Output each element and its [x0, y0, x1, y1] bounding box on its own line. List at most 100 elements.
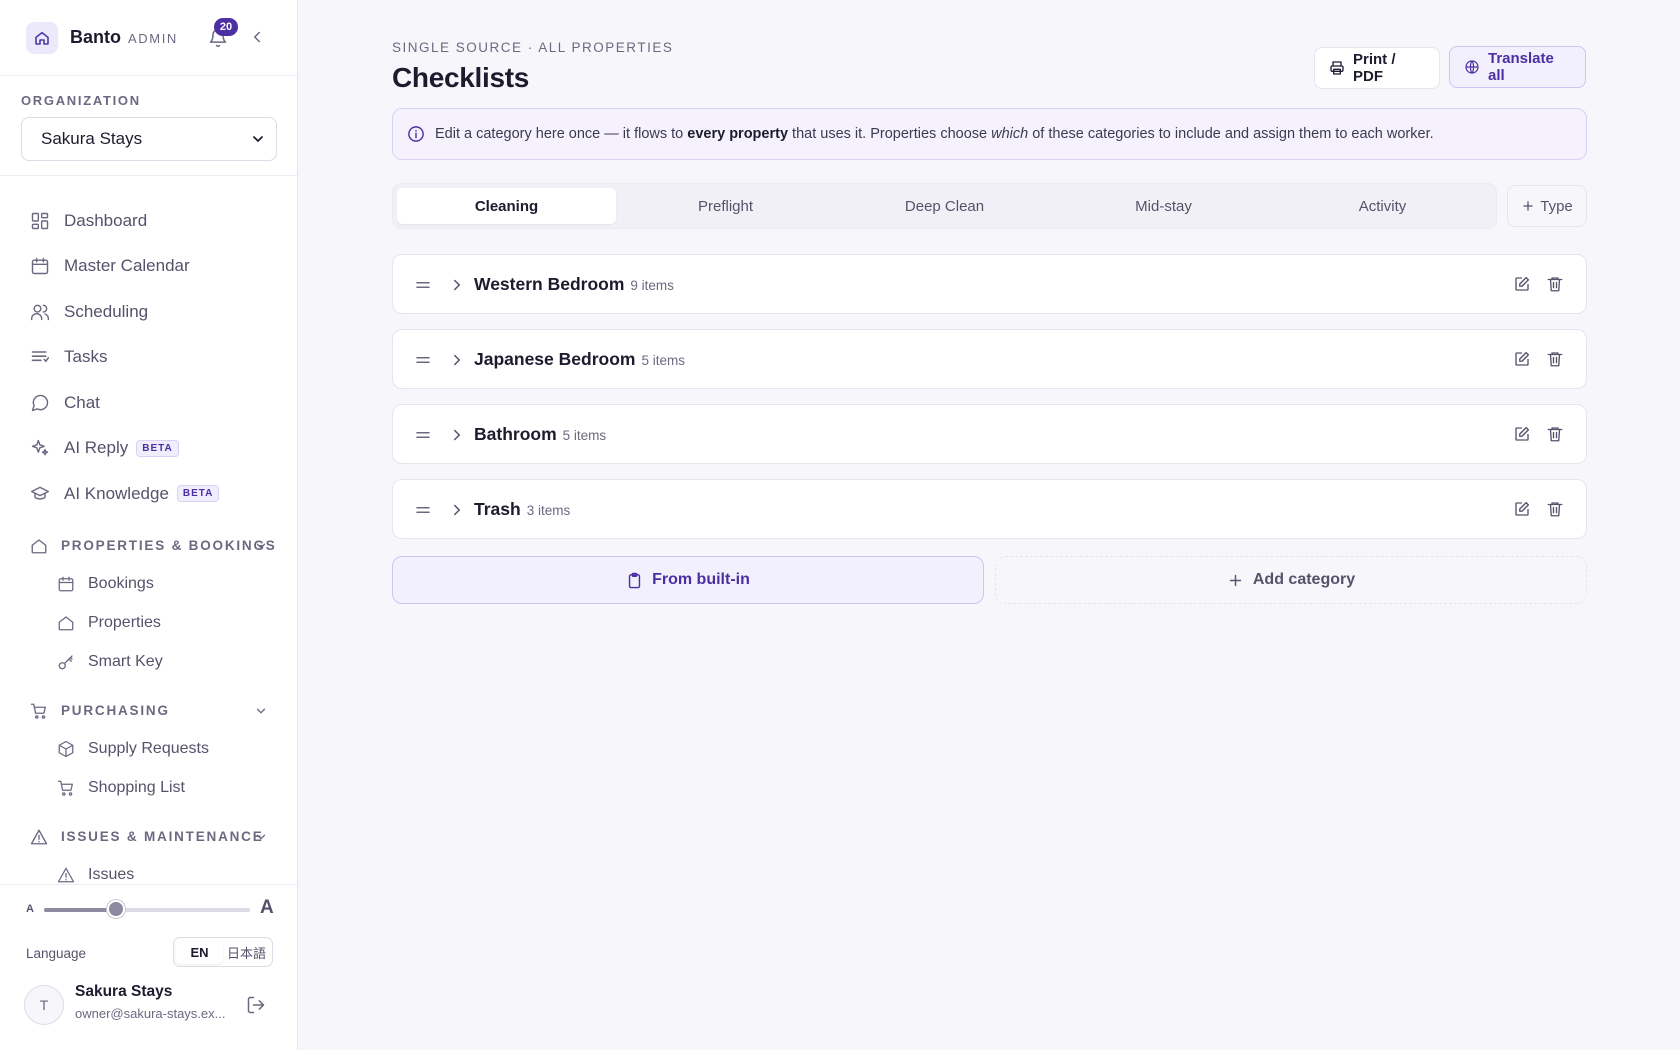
add-category-button[interactable]: Add category — [995, 556, 1587, 604]
edit-icon[interactable] — [1513, 425, 1531, 443]
add-type-button[interactable]: Type — [1507, 185, 1587, 227]
calendar-icon — [29, 255, 51, 277]
users-icon — [29, 301, 51, 323]
chevron-right-icon[interactable] — [448, 501, 466, 519]
sidebar-item-scheduling[interactable]: Scheduling — [0, 289, 297, 335]
category-name: Trash 3 items — [474, 499, 571, 519]
package-icon — [56, 739, 76, 759]
category-card-western-bedroom[interactable]: Western Bedroom 9 items — [392, 254, 1587, 314]
print-pdf-button[interactable]: Print / PDF — [1314, 47, 1440, 89]
sidebar-item-issues[interactable]: Issues — [0, 856, 297, 885]
sidebar-item-supply-requests[interactable]: Supply Requests — [0, 730, 297, 769]
chevron-down-icon — [254, 539, 268, 553]
sidebar-item-label: Supply Requests — [88, 740, 209, 757]
sidebar-item-ai-knowledge[interactable]: AI Knowledge BETA — [0, 471, 297, 517]
cart-icon — [56, 778, 76, 798]
brand-name: Banto — [70, 27, 121, 47]
plus-icon — [1227, 572, 1244, 589]
section-purchasing[interactable]: PURCHASING — [0, 692, 297, 730]
page-eyebrow: SINGLE SOURCE · ALL PROPERTIES — [392, 40, 674, 55]
sidebar-item-label: Tasks — [64, 347, 108, 367]
collapse-sidebar-icon[interactable] — [248, 28, 266, 46]
organization-block: ORGANIZATION Sakura Stays — [0, 76, 297, 176]
drag-handle-icon[interactable] — [414, 501, 432, 519]
sidebar-item-master-calendar[interactable]: Master Calendar — [0, 244, 297, 290]
warning-icon — [29, 827, 49, 847]
font-size-slider-knob[interactable] — [107, 900, 126, 918]
beta-badge: BETA — [136, 439, 179, 457]
user-email: owner@sakura-stays.ex... — [75, 1006, 226, 1021]
tab-deep-clean[interactable]: Deep Clean — [835, 188, 1054, 224]
tab-activity[interactable]: Activity — [1273, 188, 1492, 224]
main-content: SINGLE SOURCE · ALL PROPERTIES Checklist… — [392, 0, 1587, 1050]
globe-icon — [1464, 59, 1480, 75]
sidebar-item-dashboard[interactable]: Dashboard — [0, 198, 297, 244]
home-icon — [29, 536, 49, 556]
category-card-bathroom[interactable]: Bathroom 5 items — [392, 404, 1587, 464]
font-size-slider[interactable] — [44, 908, 250, 912]
sidebar-item-smart-key[interactable]: Smart Key — [0, 643, 297, 682]
section-issues-maintenance[interactable]: ISSUES & MAINTENANCE — [0, 818, 297, 856]
logout-icon[interactable] — [246, 995, 266, 1015]
sidebar-item-shopping-list[interactable]: Shopping List — [0, 769, 297, 808]
translate-all-button[interactable]: Translate all — [1449, 46, 1586, 88]
sidebar-item-properties[interactable]: Properties — [0, 604, 297, 643]
info-icon — [407, 125, 425, 143]
sparkle-icon — [29, 437, 51, 459]
category-item-count: 9 items — [630, 278, 674, 293]
chevron-right-icon[interactable] — [448, 426, 466, 444]
language-toggle: EN 日本語 — [173, 937, 273, 967]
edit-icon[interactable] — [1513, 275, 1531, 293]
chevron-right-icon[interactable] — [448, 276, 466, 294]
translate-all-label: Translate all — [1488, 50, 1554, 84]
drag-handle-icon[interactable] — [414, 426, 432, 444]
sidebar-item-bookings[interactable]: Bookings — [0, 565, 297, 604]
home-icon — [56, 613, 76, 633]
category-item-count: 5 items — [562, 428, 607, 443]
section-properties-bookings[interactable]: PROPERTIES & BOOKINGS — [0, 527, 297, 565]
trash-icon[interactable] — [1546, 500, 1564, 518]
tab-cleaning[interactable]: Cleaning — [397, 188, 616, 224]
category-card-trash[interactable]: Trash 3 items — [392, 479, 1587, 539]
sidebar-item-label: Bookings — [88, 575, 154, 592]
sidebar-item-label: AI Reply — [64, 438, 129, 458]
category-name: Japanese Bedroom 5 items — [474, 349, 685, 369]
trash-icon[interactable] — [1546, 275, 1564, 293]
organization-select[interactable]: Sakura Stays — [21, 117, 277, 161]
sidebar-item-label: Chat — [64, 392, 100, 412]
from-built-in-label: From built-in — [652, 571, 750, 588]
category-card-japanese-bedroom[interactable]: Japanese Bedroom 5 items — [392, 329, 1587, 389]
category-name: Bathroom 5 items — [474, 424, 607, 444]
info-banner-text: Edit a category here once — it flows to … — [435, 126, 1434, 142]
tab-preflight[interactable]: Preflight — [616, 188, 835, 224]
sidebar-item-ai-reply[interactable]: AI Reply BETA — [0, 426, 297, 472]
home-logo-icon — [26, 21, 58, 54]
dashboard-icon — [29, 210, 51, 232]
language-option-ja[interactable]: 日本語 — [223, 940, 270, 964]
sidebar: Banto ADMIN 20 ORGANIZATION Sakura Stays… — [0, 0, 298, 1050]
edit-icon[interactable] — [1513, 500, 1531, 518]
trash-icon[interactable] — [1546, 425, 1564, 443]
user-name: Sakura Stays — [75, 983, 173, 1000]
tab-mid-stay[interactable]: Mid-stay — [1054, 188, 1273, 224]
trash-icon[interactable] — [1546, 350, 1564, 368]
sidebar-item-label: Smart Key — [88, 653, 163, 670]
from-built-in-button[interactable]: From built-in — [392, 556, 984, 604]
drag-handle-icon[interactable] — [414, 351, 432, 369]
sidebar-item-tasks[interactable]: Tasks — [0, 335, 297, 381]
graduation-cap-icon — [29, 483, 51, 505]
chevron-down-icon — [254, 830, 268, 844]
sidebar-item-chat[interactable]: Chat — [0, 380, 297, 426]
printer-icon — [1329, 60, 1345, 76]
drag-handle-icon[interactable] — [414, 276, 432, 294]
sidebar-item-label: Issues — [88, 866, 135, 883]
section-label: ISSUES & MAINTENANCE — [61, 829, 264, 844]
chevron-right-icon[interactable] — [448, 351, 466, 369]
info-banner: Edit a category here once — it flows to … — [392, 108, 1587, 160]
chat-icon — [29, 392, 51, 414]
language-option-en[interactable]: EN — [176, 940, 223, 964]
section-label: PROPERTIES & BOOKINGS — [61, 538, 277, 553]
sidebar-footer: A A Language EN 日本語 T Sakura Stays owner… — [0, 884, 297, 1050]
print-pdf-label: Print / PDF — [1353, 51, 1396, 85]
edit-icon[interactable] — [1513, 350, 1531, 368]
